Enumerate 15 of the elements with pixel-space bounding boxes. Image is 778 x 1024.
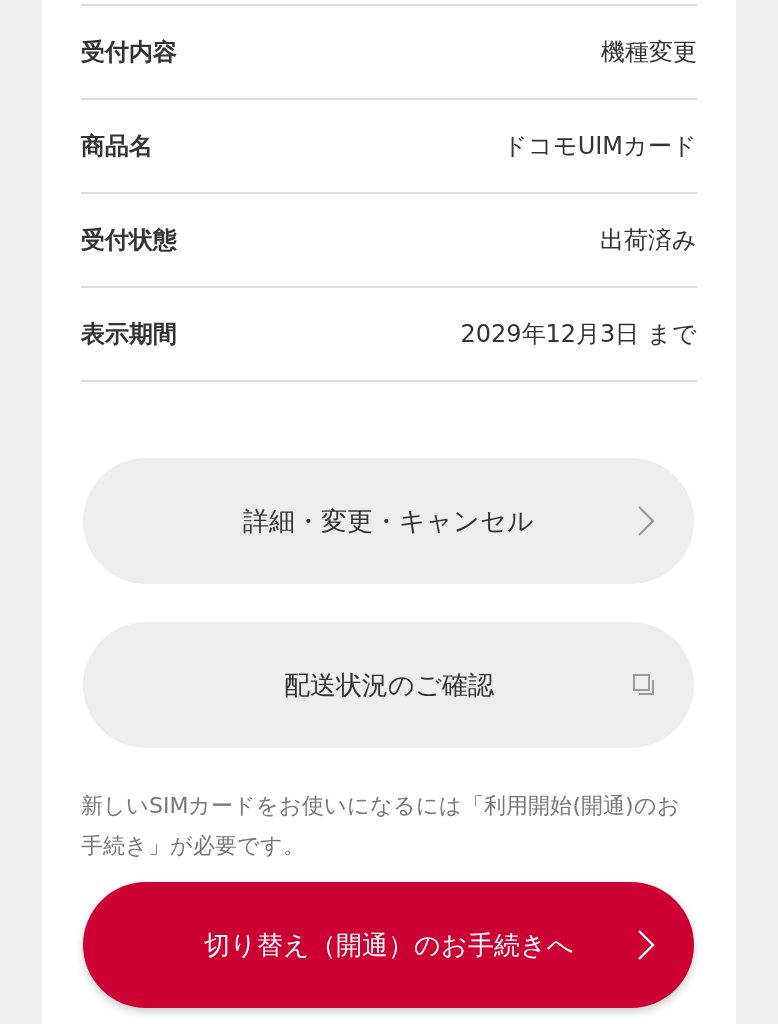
detail-value: 出荷済み (600, 225, 697, 256)
detail-value: 機種変更 (601, 37, 697, 68)
detail-label: 商品名 (81, 131, 153, 162)
detail-label: 受付状態 (81, 225, 177, 256)
detail-value: 2029年12月3日 まで (460, 319, 697, 350)
chevron-right-icon (636, 929, 656, 961)
action-button[interactable]: 配送状況のご確認 (83, 622, 694, 748)
detail-label: 表示期間 (81, 319, 177, 350)
activation-button[interactable]: 切り替え（開通）のお手続きへ (83, 882, 694, 1008)
detail-value: ドコモUIMカード (502, 131, 697, 162)
chevron-right-icon (636, 505, 656, 537)
sim-activation-note: 新しいSIMカードをお使いになるには「利用開始(開通)のお手続き」が必要です。 (81, 792, 681, 860)
action-button[interactable]: 詳細・変更・キャンセル (83, 458, 694, 584)
detail-label: 受付内容 (81, 37, 177, 68)
external-window-icon (632, 673, 656, 697)
